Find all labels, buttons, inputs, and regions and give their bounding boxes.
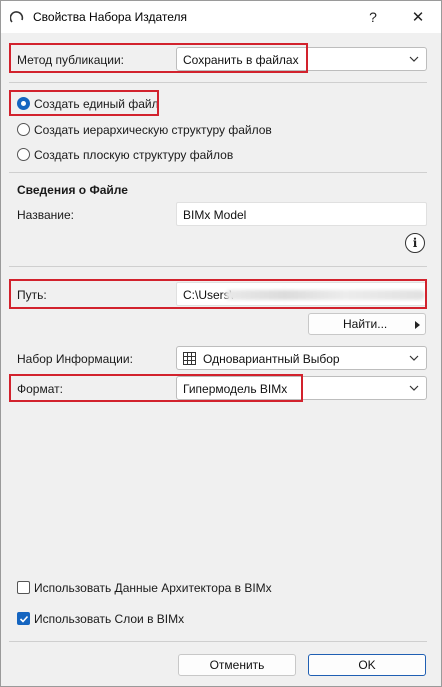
publish-method-label: Метод публикации: [17,53,124,67]
radio-single-file-label: Создать единый файл [34,97,159,111]
title-bar: Свойства Набора Издателя ? ✕ [1,1,441,33]
layers-label: Использовать Слои в BIMx [34,612,185,626]
name-value: BIMx Model [183,208,247,222]
architect-data-checkbox[interactable] [17,581,30,594]
arrow-right-icon [415,321,420,329]
path-label: Путь: [17,288,47,302]
separator [9,641,427,642]
format-value: Гипермодель BIMx [183,382,288,396]
window-title: Свойства Набора Издателя [33,10,188,24]
publish-method-dropdown[interactable]: Сохранить в файлах [176,47,427,71]
ok-button[interactable]: OK [308,654,426,676]
close-icon: ✕ [411,9,425,26]
table-icon [183,352,196,365]
info-set-value: Одновариантный Выбор [203,352,340,366]
path-input[interactable]: C:\Users\ [176,282,427,306]
info-icon[interactable]: i [405,233,425,253]
check-icon [19,615,29,623]
format-label: Формат: [17,382,63,396]
radio-hierarchical-structure[interactable] [17,123,30,136]
blurred-path [225,290,425,300]
layers-checkbox[interactable] [17,612,30,625]
name-label: Название: [17,208,74,222]
radio-flat-structure[interactable] [17,148,30,161]
close-button[interactable]: ✕ [395,1,441,33]
help-button[interactable]: ? [350,1,396,33]
architect-data-label: Использовать Данные Архитектора в BIMx [34,581,272,595]
chevron-down-icon [409,385,419,391]
radio-single-file[interactable] [17,97,30,110]
browse-button-label: Найти... [343,317,388,331]
browse-button[interactable]: Найти... [308,313,426,335]
name-input[interactable]: BIMx Model [176,202,427,226]
chevron-down-icon [409,355,419,361]
info-set-label: Набор Информации: [17,352,133,366]
separator [9,82,427,83]
app-icon [10,11,24,23]
ok-button-label: OK [358,658,376,672]
separator [9,266,427,267]
help-icon: ? [369,9,377,25]
publisher-set-properties-dialog: Свойства Набора Издателя ? ✕ Метод публи… [0,0,442,687]
info-set-dropdown[interactable]: Одновариантный Выбор [176,346,427,370]
radio-flat-structure-label: Создать плоскую структуру файлов [34,148,234,162]
cancel-button-label: Отменить [209,658,265,672]
radio-hierarchical-structure-label: Создать иерархическую структуру файлов [34,123,272,137]
chevron-down-icon [409,56,419,62]
file-info-heading: Сведения о Файле [17,183,128,197]
format-dropdown[interactable]: Гипермодель BIMx [176,376,427,400]
cancel-button[interactable]: Отменить [178,654,296,676]
separator [9,172,427,173]
publish-method-value: Сохранить в файлах [183,53,299,67]
